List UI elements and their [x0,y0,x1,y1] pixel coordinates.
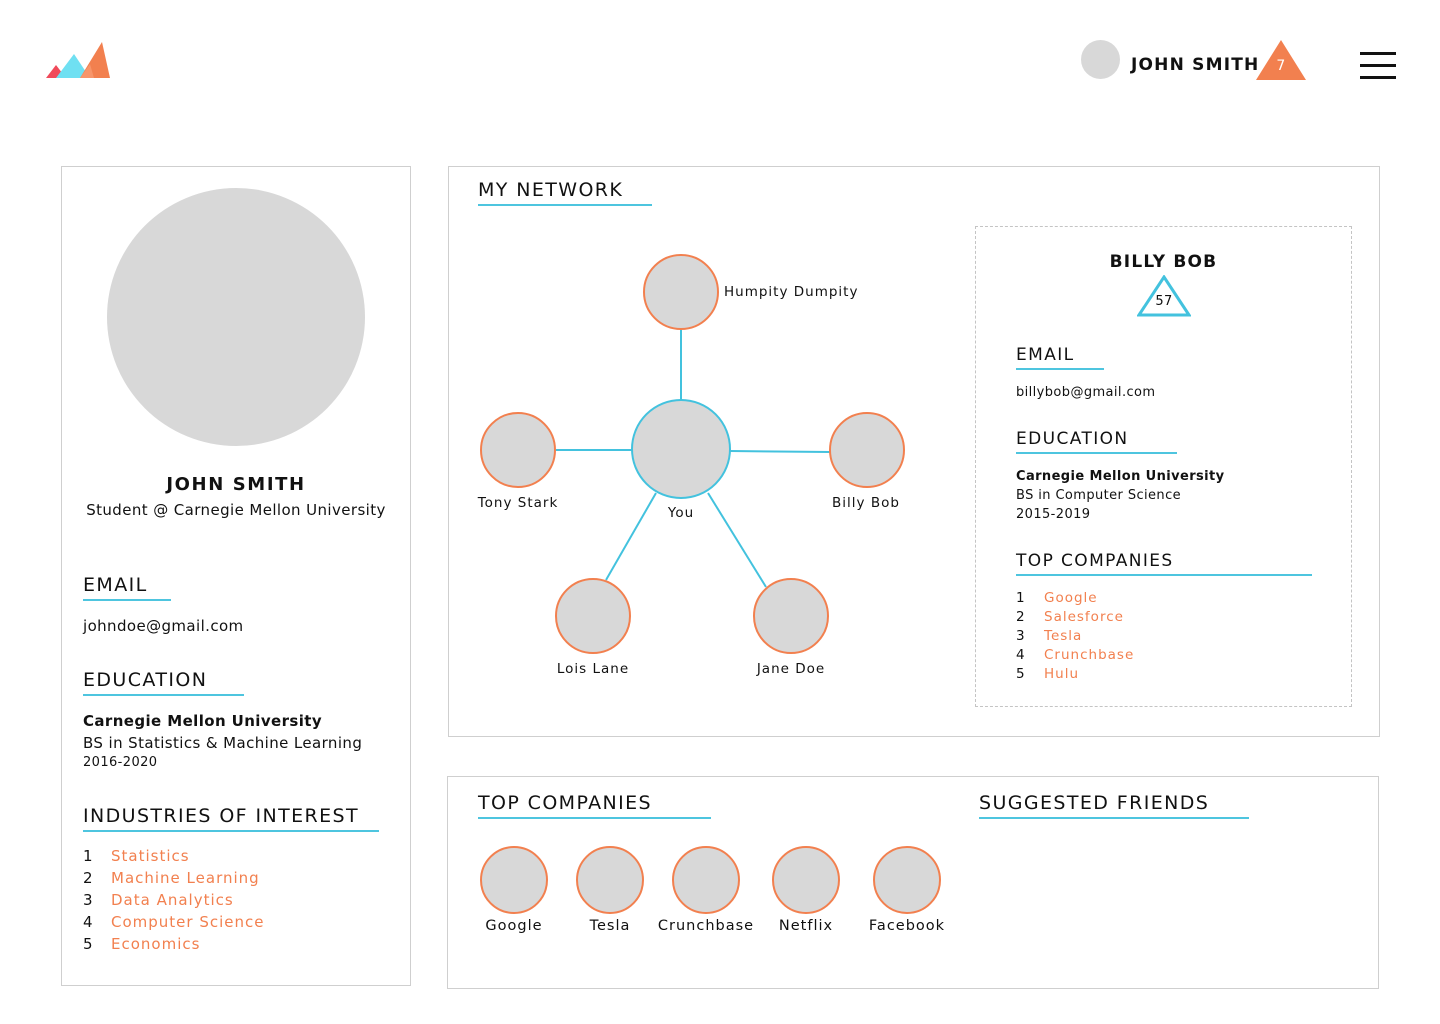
industry-link[interactable]: Data Analytics [111,891,234,909]
list-number: 5 [83,935,94,953]
network-node-tony-stark[interactable] [480,412,556,488]
company-link[interactable]: Google [1044,590,1098,606]
list-number: 2 [83,869,94,887]
list-item: 3 Data Analytics [83,891,234,909]
detail-email[interactable]: billybob@gmail.com [1016,385,1155,400]
list-item: 1 Google [1016,590,1098,606]
company-link[interactable]: Tesla [1044,628,1082,644]
network-node-humpity-dumpity[interactable] [643,254,719,330]
company-logo-google[interactable] [480,846,548,914]
industry-link[interactable]: Economics [111,935,200,953]
list-number: 2 [1016,609,1026,625]
profile-degree: BS in Statistics & Machine Learning [83,734,363,752]
list-number: 1 [83,847,94,865]
detail-score: 57 [1155,294,1173,309]
suggested-friends-title: SUGGESTED FRIENDS [979,792,1210,814]
profile-school: Carnegie Mellon University [83,712,323,730]
list-item: 4 Computer Science [83,913,264,931]
company-logo-crunchbase[interactable] [672,846,740,914]
profile-name: JOHN SMITH [166,474,306,495]
network-node-label: Tony Stark [477,495,559,511]
list-item: 1 Statistics [83,847,190,865]
divider [83,694,244,696]
company-label: Facebook [868,918,946,934]
list-number: 4 [83,913,94,931]
top-companies-title: TOP COMPANIES [478,792,652,814]
divider [1016,574,1312,576]
industry-link[interactable]: Statistics [111,847,190,865]
divider [1016,368,1104,370]
header-avatar[interactable] [1081,40,1120,79]
company-link[interactable]: Crunchbase [1044,647,1134,663]
network-node-label: Humpity Dumpity [724,284,859,300]
detail-companies-title: TOP COMPANIES [1016,551,1174,571]
list-item: 3 Tesla [1016,628,1082,644]
hamburger-menu-icon[interactable] [1360,52,1396,80]
list-number: 3 [83,891,94,909]
network-node-label: Lois Lane [556,661,630,677]
detail-education-title: EDUCATION [1016,429,1129,449]
list-number: 3 [1016,628,1026,644]
list-number: 1 [1016,590,1026,606]
detail-school: Carnegie Mellon University [1016,469,1225,484]
list-item: 2 Machine Learning [83,869,260,887]
industry-link[interactable]: Machine Learning [111,869,260,887]
network-node-jane-doe[interactable] [753,578,829,654]
header-user-name[interactable]: JOHN SMITH [1131,55,1259,75]
list-item: 5 Hulu [1016,666,1079,682]
profile-avatar [107,188,365,446]
company-logo-netflix[interactable] [772,846,840,914]
profile-education-title: EDUCATION [83,669,208,691]
detail-email-title: EMAIL [1016,345,1075,365]
company-link[interactable]: Hulu [1044,666,1079,682]
profile-email-title: EMAIL [83,574,148,596]
connection-line [729,450,831,453]
list-item: 2 Salesforce [1016,609,1124,625]
divider [1016,452,1177,454]
divider [83,830,379,832]
profile-email[interactable]: johndoe@gmail.com [83,617,244,635]
network-node-billy-bob[interactable] [829,412,905,488]
company-logo-facebook[interactable] [873,846,941,914]
divider [83,599,171,601]
divider [478,817,711,819]
list-number: 4 [1016,647,1026,663]
notification-count: 7 [1276,58,1286,74]
list-item: 4 Crunchbase [1016,647,1134,663]
profile-industries-title: INDUSTRIES OF INTEREST [83,805,359,827]
network-node-label: Jane Doe [756,661,826,677]
divider [979,817,1249,819]
profile-years: 2016-2020 [83,755,158,770]
list-item: 5 Economics [83,935,200,953]
detail-name: BILLY BOB [1109,252,1218,272]
industry-link[interactable]: Computer Science [111,913,264,931]
network-node-label: You [667,505,695,521]
network-node-label: Billy Bob [832,495,900,511]
company-logo-tesla[interactable] [576,846,644,914]
detail-years: 2015-2019 [1016,507,1091,522]
mountains-logo-icon[interactable] [46,38,112,80]
company-link[interactable]: Salesforce [1044,609,1124,625]
list-number: 5 [1016,666,1026,682]
network-node-lois-lane[interactable] [555,578,631,654]
profile-tagline: Student @ Carnegie Mellon University [86,501,386,519]
network-node-you[interactable] [631,399,731,499]
detail-degree: BS in Computer Science [1016,488,1182,503]
